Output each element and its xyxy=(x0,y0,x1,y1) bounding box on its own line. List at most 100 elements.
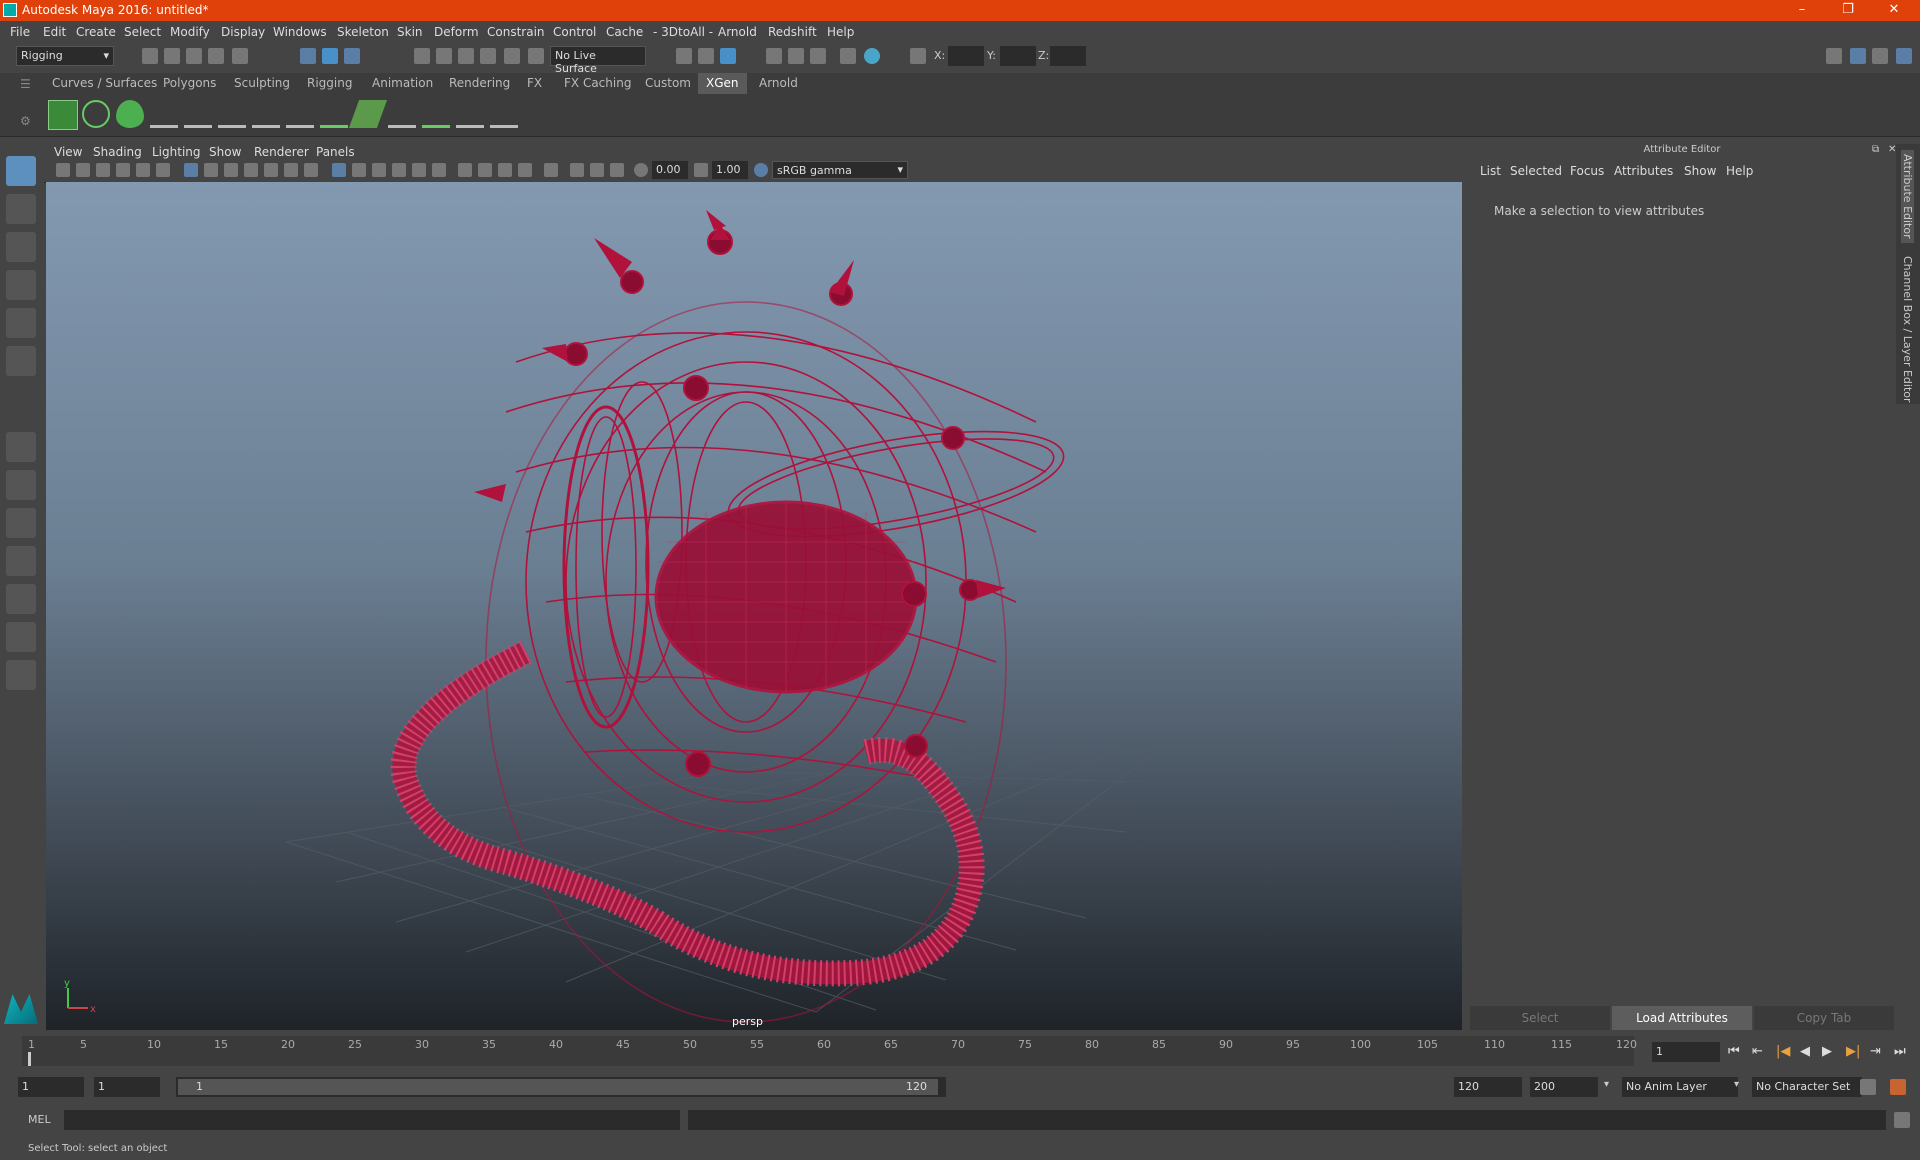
command-input[interactable] xyxy=(64,1110,680,1130)
menu-deform[interactable]: Deform xyxy=(434,25,479,39)
xgen-primitive-icon[interactable] xyxy=(116,100,144,128)
tab-attribute-editor[interactable]: Attribute Editor xyxy=(1901,150,1914,243)
tab-rendering[interactable]: Rendering xyxy=(441,73,518,94)
xgen-add-guide-icon[interactable] xyxy=(150,100,178,128)
menu-redshift[interactable]: Redshift xyxy=(768,25,817,39)
colorspace-dropdown[interactable]: sRGB gamma ▾ xyxy=(772,161,908,179)
snap-point-icon[interactable] xyxy=(458,48,474,64)
step-forward-key-icon[interactable]: ⇥ xyxy=(1870,1044,1881,1059)
range-slider[interactable]: 1 120 xyxy=(176,1077,946,1097)
xgen-preview-icon[interactable] xyxy=(82,100,110,128)
outliner-layout-icon[interactable] xyxy=(6,546,36,576)
camera-icon[interactable] xyxy=(56,163,70,177)
go-to-end-icon[interactable]: ⏭ xyxy=(1894,1044,1906,1059)
select-object-icon[interactable] xyxy=(322,48,338,64)
menu-windows[interactable]: Windows xyxy=(273,25,327,39)
snap-curve-icon[interactable] xyxy=(436,48,452,64)
open-scene-icon[interactable] xyxy=(164,48,180,64)
select-tool-icon[interactable] xyxy=(6,156,36,186)
gamma-field[interactable]: 1.00 xyxy=(712,161,748,179)
smooth-shade-icon[interactable] xyxy=(352,163,366,177)
render-view-icon[interactable] xyxy=(698,48,714,64)
tab-curves-surfaces[interactable]: Curves / Surfaces xyxy=(44,73,165,94)
character-set-dropdown[interactable]: No Character Set xyxy=(1752,1077,1862,1097)
close-button[interactable]: ✕ xyxy=(1872,0,1916,21)
color-management-icon[interactable] xyxy=(754,163,768,177)
minimize-button[interactable]: – xyxy=(1780,0,1824,21)
tab-xgen[interactable]: XGen xyxy=(698,73,747,94)
snap-grid-icon[interactable] xyxy=(414,48,430,64)
rotate-tool-icon[interactable] xyxy=(6,308,36,338)
xgen-length-icon[interactable] xyxy=(218,100,246,128)
float-panel-icon[interactable]: ⧉ xyxy=(1872,144,1879,155)
ae-menu-focus[interactable]: Focus xyxy=(1570,164,1604,178)
script-language-label[interactable]: MEL xyxy=(28,1113,51,1126)
xgen-lock-icon[interactable] xyxy=(286,100,314,128)
tab-animation[interactable]: Animation xyxy=(364,73,441,94)
scale-tool-icon[interactable] xyxy=(6,346,36,376)
hypershade-layout-icon[interactable] xyxy=(6,622,36,652)
render-settings-icon[interactable] xyxy=(766,48,782,64)
anim-prefs-icon[interactable] xyxy=(1890,1079,1906,1095)
go-to-start-icon[interactable]: ⏮ xyxy=(1728,1044,1740,1059)
vp-menu-renderer[interactable]: Renderer xyxy=(254,145,309,159)
live-surface-field[interactable]: No Live Surface xyxy=(550,46,646,75)
menu-select[interactable]: Select xyxy=(124,25,161,39)
sphere-icon[interactable] xyxy=(864,48,880,64)
select-component-icon[interactable] xyxy=(344,48,360,64)
select-hierarchy-icon[interactable] xyxy=(300,48,316,64)
maximize-button[interactable]: ❐ xyxy=(1826,0,1870,21)
move-tool-icon[interactable] xyxy=(6,270,36,300)
safe-action-icon[interactable] xyxy=(284,163,298,177)
grease-pencil-icon[interactable] xyxy=(156,163,170,177)
perspective-viewport[interactable]: y x persp xyxy=(46,182,1462,1030)
xray-icon[interactable] xyxy=(570,163,584,177)
hypershade-icon[interactable] xyxy=(788,48,804,64)
exposure-field[interactable]: 0.00 xyxy=(652,161,688,179)
wireframe-on-shaded-icon[interactable] xyxy=(372,163,386,177)
z-field[interactable] xyxy=(1050,46,1086,66)
tab-channel-box[interactable]: Channel Box / Layer Editor xyxy=(1901,256,1914,403)
layout-more-icon[interactable] xyxy=(6,660,36,690)
copy-tab-button[interactable]: Copy Tab xyxy=(1754,1006,1894,1030)
single-perspective-layout-icon[interactable] xyxy=(6,432,36,462)
menu-edit[interactable]: Edit xyxy=(43,25,66,39)
shadows-icon[interactable] xyxy=(432,163,446,177)
ipr-render-icon[interactable] xyxy=(720,48,736,64)
render-setup-icon[interactable] xyxy=(810,48,826,64)
bookmark-icon[interactable] xyxy=(96,163,110,177)
ae-menu-selected[interactable]: Selected xyxy=(1510,164,1562,178)
x-field[interactable] xyxy=(948,46,984,66)
lasso-tool-icon[interactable] xyxy=(6,194,36,224)
menu-modify[interactable]: Modify xyxy=(170,25,210,39)
vp-menu-show[interactable]: Show xyxy=(209,145,241,159)
tab-fx[interactable]: FX xyxy=(519,73,550,94)
vp-menu-panels[interactable]: Panels xyxy=(316,145,355,159)
isolate-select-icon[interactable] xyxy=(544,163,558,177)
xgen-move-guide-icon[interactable] xyxy=(184,100,212,128)
tool-settings-icon[interactable] xyxy=(1872,48,1888,64)
step-forward-frame-icon[interactable]: ▶| xyxy=(1846,1044,1860,1059)
xgen-cut-icon[interactable] xyxy=(490,100,518,128)
film-gate-icon[interactable] xyxy=(204,163,218,177)
graph-layout-icon[interactable] xyxy=(6,584,36,614)
playhead[interactable] xyxy=(28,1052,31,1066)
two-d-pan-icon[interactable] xyxy=(136,163,150,177)
two-pane-layout-icon[interactable] xyxy=(6,508,36,538)
menu-skeleton[interactable]: Skeleton xyxy=(337,25,389,39)
undo-icon[interactable] xyxy=(208,48,224,64)
ae-menu-help[interactable]: Help xyxy=(1726,164,1753,178)
construction-history-icon[interactable] xyxy=(676,48,692,64)
lights-icon[interactable] xyxy=(412,163,426,177)
channel-box-toggle-icon[interactable] xyxy=(1896,48,1912,64)
gamma-icon[interactable] xyxy=(694,163,708,177)
xgen-interactive-icon[interactable] xyxy=(388,100,416,128)
ambient-occlusion-icon[interactable] xyxy=(458,163,472,177)
tab-custom[interactable]: Custom xyxy=(637,73,699,94)
gate-mask-icon[interactable] xyxy=(244,163,258,177)
vp-menu-shading[interactable]: Shading xyxy=(93,145,142,159)
redo-icon[interactable] xyxy=(232,48,248,64)
new-scene-icon[interactable] xyxy=(142,48,158,64)
camera-attr-icon[interactable] xyxy=(76,163,90,177)
xgen-comb-icon[interactable] xyxy=(456,100,484,128)
